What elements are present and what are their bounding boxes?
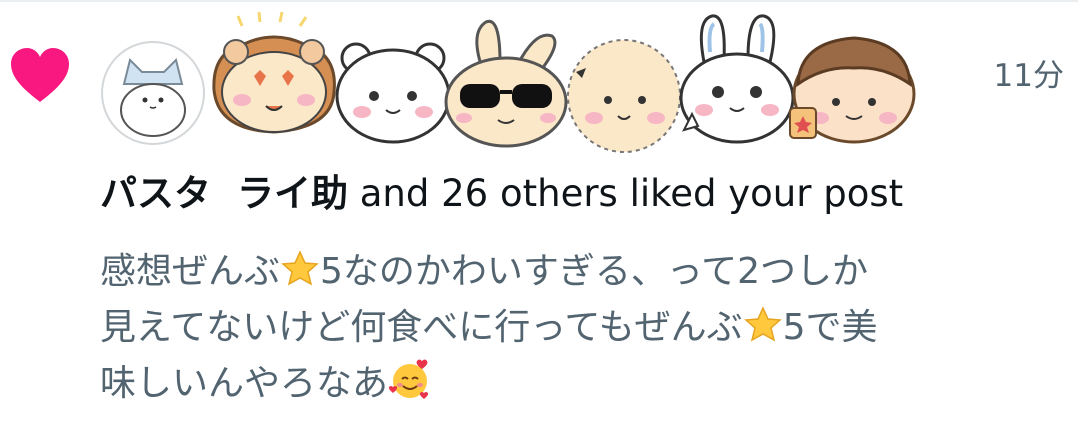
hedgehog-avatar[interactable] <box>560 32 688 156</box>
post-text-segment: 5で美 <box>782 307 878 348</box>
kurimanju-avatar[interactable] <box>784 22 920 148</box>
rabbit-sunglasses-avatar[interactable] <box>440 14 572 149</box>
likers-summary[interactable]: パスタ ライ助 and 26 others liked your post <box>100 170 1060 218</box>
liked-post-text[interactable]: 感想ぜんぶ 5なのかわいすぎる、って2つしか 見えてないけど何食べに行ってもぜんぶ… <box>100 244 1050 412</box>
post-text-segment: 味しいんやろなあ <box>100 363 389 404</box>
heart-icon <box>11 48 69 102</box>
timestamp: 11分 <box>993 58 1064 94</box>
star-emoji <box>281 250 319 286</box>
rabbit-avatar[interactable] <box>674 12 800 150</box>
star-emoji <box>743 306 782 342</box>
liker-avatars <box>100 12 920 162</box>
liker-name[interactable]: ライ助 <box>237 172 348 215</box>
divider <box>0 0 1078 2</box>
post-text-line: 味しいんやろなあ <box>100 356 1050 412</box>
cat-avatar[interactable] <box>100 40 206 146</box>
lion-avatar[interactable] <box>204 12 344 147</box>
post-text-segment: 感想ぜんぶ <box>100 251 281 292</box>
post-text-line: 感想ぜんぶ 5なのかわいすぎる、って2つしか <box>100 244 1050 300</box>
post-text-segment: 見えてないけど何食べに行ってもぜんぶ <box>100 307 743 348</box>
smiling-face-with-hearts-emoji <box>388 359 429 399</box>
bear-avatar[interactable] <box>332 34 454 146</box>
post-text-line: 見えてないけど何食べに行ってもぜんぶ 5で美 <box>100 300 1050 356</box>
liker-name[interactable]: パスタ <box>100 172 211 215</box>
likers-rest-text: and 26 others liked your post <box>348 172 904 215</box>
post-text-segment: 5なのかわいすぎる、って2つしか <box>320 251 869 292</box>
